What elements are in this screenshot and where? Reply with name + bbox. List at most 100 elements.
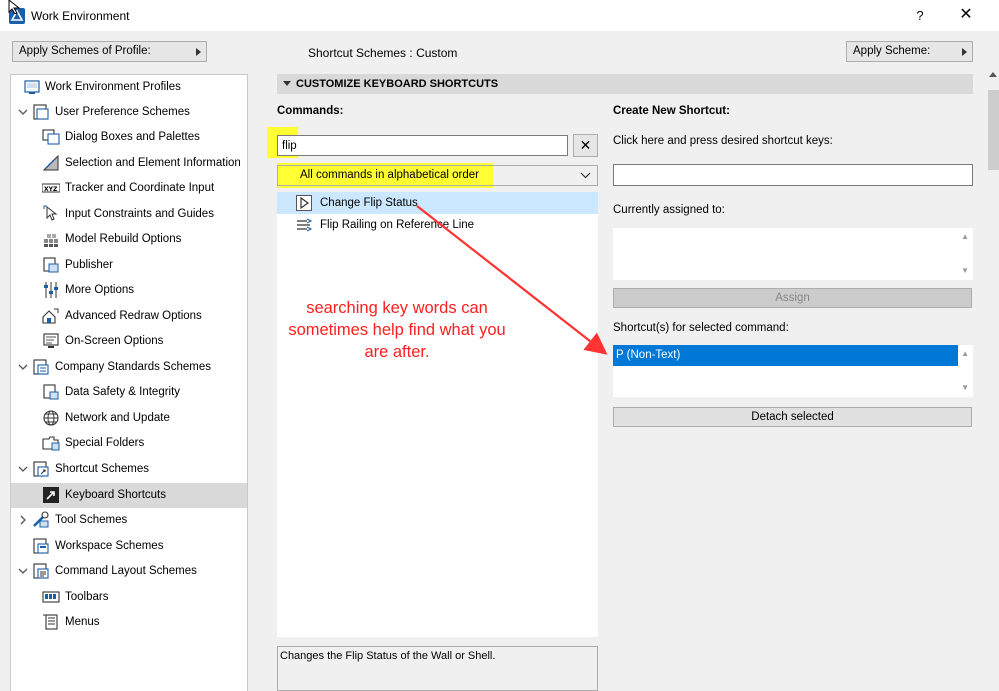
command-item-change-flip-status[interactable]: Change Flip Status [277, 192, 598, 214]
scroll-down-icon[interactable]: ▼ [961, 266, 969, 275]
user-preference-icon [33, 104, 49, 120]
more-options-icon [44, 282, 58, 298]
tree-item-label: Data Safety & Integrity [65, 386, 181, 398]
tree-item-label: Selection and Element Information [65, 157, 241, 169]
tree-item-label: Tool Schemes [55, 514, 128, 526]
detach-selected-button[interactable]: Detach selected [613, 407, 972, 427]
clear-search-button[interactable]: ✕ [573, 134, 598, 157]
window-scrollbar[interactable] [988, 60, 999, 691]
apply-scheme-button[interactable]: Apply Scheme: [846, 41, 973, 62]
tree-item-toolbars[interactable]: Toolbars [11, 585, 247, 610]
command-search-input[interactable] [277, 135, 568, 156]
tree-item-label: On-Screen Options [65, 335, 164, 347]
currently-assigned-list[interactable]: ▲ ▼ [613, 228, 973, 280]
tree-item-selection-and-element-information[interactable]: Selection and Element Information [11, 151, 247, 176]
close-button[interactable]: ✕ [944, 0, 988, 31]
tree-item-more-options[interactable]: More Options [11, 278, 247, 303]
triangle-right-icon [196, 48, 201, 56]
scroll-up-icon[interactable]: ▲ [961, 232, 969, 241]
tree-item-label: Advanced Redraw Options [65, 310, 202, 322]
shortcut-item[interactable]: P (Non-Text) [613, 345, 958, 366]
svg-text:XYZ: XYZ [44, 186, 58, 193]
scroll-up-icon[interactable]: ▲ [961, 349, 969, 358]
tool-schemes-icon [33, 511, 49, 528]
tree-item-tracker-and-coordinate-input[interactable]: XYZ Tracker and Coordinate Input [11, 176, 247, 201]
shortcut-schemes-icon [33, 461, 49, 477]
tree-item-menus[interactable]: Menus [11, 610, 247, 635]
tree-item-label: More Options [65, 284, 135, 296]
shortcut-schemes-status: Shortcut Schemes : Custom [308, 46, 457, 60]
chevron-down-icon[interactable] [18, 107, 28, 117]
command-list: Change Flip Status Flip Railing on Refer… [277, 192, 598, 637]
triangle-down-icon [283, 81, 291, 86]
tree-item-dialog-boxes-and-palettes[interactable]: Dialog Boxes and Palettes [11, 125, 247, 150]
scrollbar-thumb[interactable] [988, 90, 999, 170]
railing-icon [297, 218, 313, 232]
tree-item-work-environment-profiles[interactable]: Work Environment Profiles [11, 75, 247, 100]
tree-item-label: Network and Update [65, 412, 170, 424]
command-item-flip-railing[interactable]: Flip Railing on Reference Line [277, 214, 598, 236]
xyz-tracker-icon: XYZ [42, 183, 60, 193]
assign-button[interactable]: Assign [613, 288, 972, 308]
press-keys-label: Click here and press desired shortcut ke… [613, 135, 833, 147]
tree-item-model-rebuild-options[interactable]: Model Rebuild Options [11, 227, 247, 252]
command-description: Changes the Flip Status of the Wall or S… [277, 646, 598, 691]
apply-schemes-of-profile-button[interactable]: Apply Schemes of Profile: [12, 41, 207, 62]
input-constraints-icon [43, 205, 58, 221]
tree-item-label: Tracker and Coordinate Input [65, 182, 215, 194]
workspace-schemes-icon [33, 538, 49, 554]
apply-scheme-label: Apply Scheme: [853, 45, 931, 57]
selection-icon [42, 154, 59, 171]
tree-item-on-screen-options[interactable]: On-Screen Options [11, 329, 247, 354]
tree-item-label: Workspace Schemes [55, 540, 164, 552]
play-triangle-icon [296, 195, 312, 211]
publisher-icon [43, 257, 59, 273]
tree-item-company-standards-schemes[interactable]: Company Standards Schemes [11, 355, 247, 380]
tree-item-label: Publisher [65, 259, 113, 271]
tree-item-label: Company Standards Schemes [55, 361, 211, 373]
help-button[interactable]: ? [900, 0, 940, 31]
chevron-down-icon[interactable] [18, 566, 28, 576]
data-safety-icon [43, 384, 59, 400]
command-order-value: All commands in alphabetical order [300, 169, 479, 181]
advanced-redraw-icon [42, 308, 59, 324]
tree-item-data-safety-integrity[interactable]: Data Safety & Integrity [11, 380, 247, 405]
tree-item-user-preference-schemes[interactable]: User Preference Schemes [11, 100, 247, 125]
tree-item-keyboard-shortcuts[interactable]: Keyboard Shortcuts [11, 483, 247, 508]
tree-item-advanced-redraw-options[interactable]: Advanced Redraw Options [11, 304, 247, 329]
chevron-down-icon[interactable] [18, 464, 28, 474]
new-shortcut-input[interactable] [613, 164, 973, 186]
command-label: Flip Railing on Reference Line [320, 219, 475, 231]
selected-command-shortcuts-list[interactable]: P (Non-Text) ▲ ▼ [613, 345, 973, 397]
chevron-right-icon[interactable] [18, 515, 28, 525]
settings-tree: Work Environment Profiles User Preferenc… [10, 74, 248, 691]
customize-keyboard-shortcuts-header[interactable]: CUSTOMIZE KEYBOARD SHORTCUTS [277, 74, 973, 94]
tree-item-command-layout-schemes[interactable]: Command Layout Schemes [11, 559, 247, 584]
tree-item-publisher[interactable]: Publisher [11, 253, 247, 278]
commands-label: Commands: [277, 105, 344, 117]
on-screen-icon [43, 333, 59, 348]
shortcuts-for-selected-label: Shortcut(s) for selected command: [613, 322, 789, 334]
shortcut-schemes-value: Custom [416, 46, 458, 60]
scroll-up-icon[interactable] [989, 72, 997, 77]
title-bar: Work Environment ? ✕ [0, 0, 999, 31]
scroll-down-icon[interactable]: ▼ [961, 383, 969, 392]
command-order-select[interactable]: All commands in alphabetical order [277, 165, 598, 186]
chevron-down-icon[interactable] [18, 362, 28, 372]
tree-item-shortcut-schemes[interactable]: Shortcut Schemes [11, 457, 247, 482]
section-title: CUSTOMIZE KEYBOARD SHORTCUTS [296, 78, 499, 90]
tree-item-label: Toolbars [65, 591, 109, 603]
tree-item-label: Shortcut Schemes [55, 463, 149, 475]
apply-schemes-of-profile-label: Apply Schemes of Profile: [19, 45, 151, 57]
tree-item-input-constraints-and-guides[interactable]: Input Constraints and Guides [11, 202, 247, 227]
dialog-boxes-icon [42, 129, 60, 145]
tree-item-workspace-schemes[interactable]: Workspace Schemes [11, 534, 247, 559]
tree-item-label: Keyboard Shortcuts [65, 489, 167, 501]
chevron-down-icon [580, 172, 591, 179]
tree-item-network-and-update[interactable]: Network and Update [11, 406, 247, 431]
shortcut-schemes-label: Shortcut Schemes : [308, 46, 413, 60]
tree-item-special-folders[interactable]: Special Folders [11, 431, 247, 456]
tree-item-label: Work Environment Profiles [45, 81, 181, 93]
tree-item-label: User Preference Schemes [55, 106, 190, 118]
tree-item-tool-schemes[interactable]: Tool Schemes [11, 508, 247, 533]
